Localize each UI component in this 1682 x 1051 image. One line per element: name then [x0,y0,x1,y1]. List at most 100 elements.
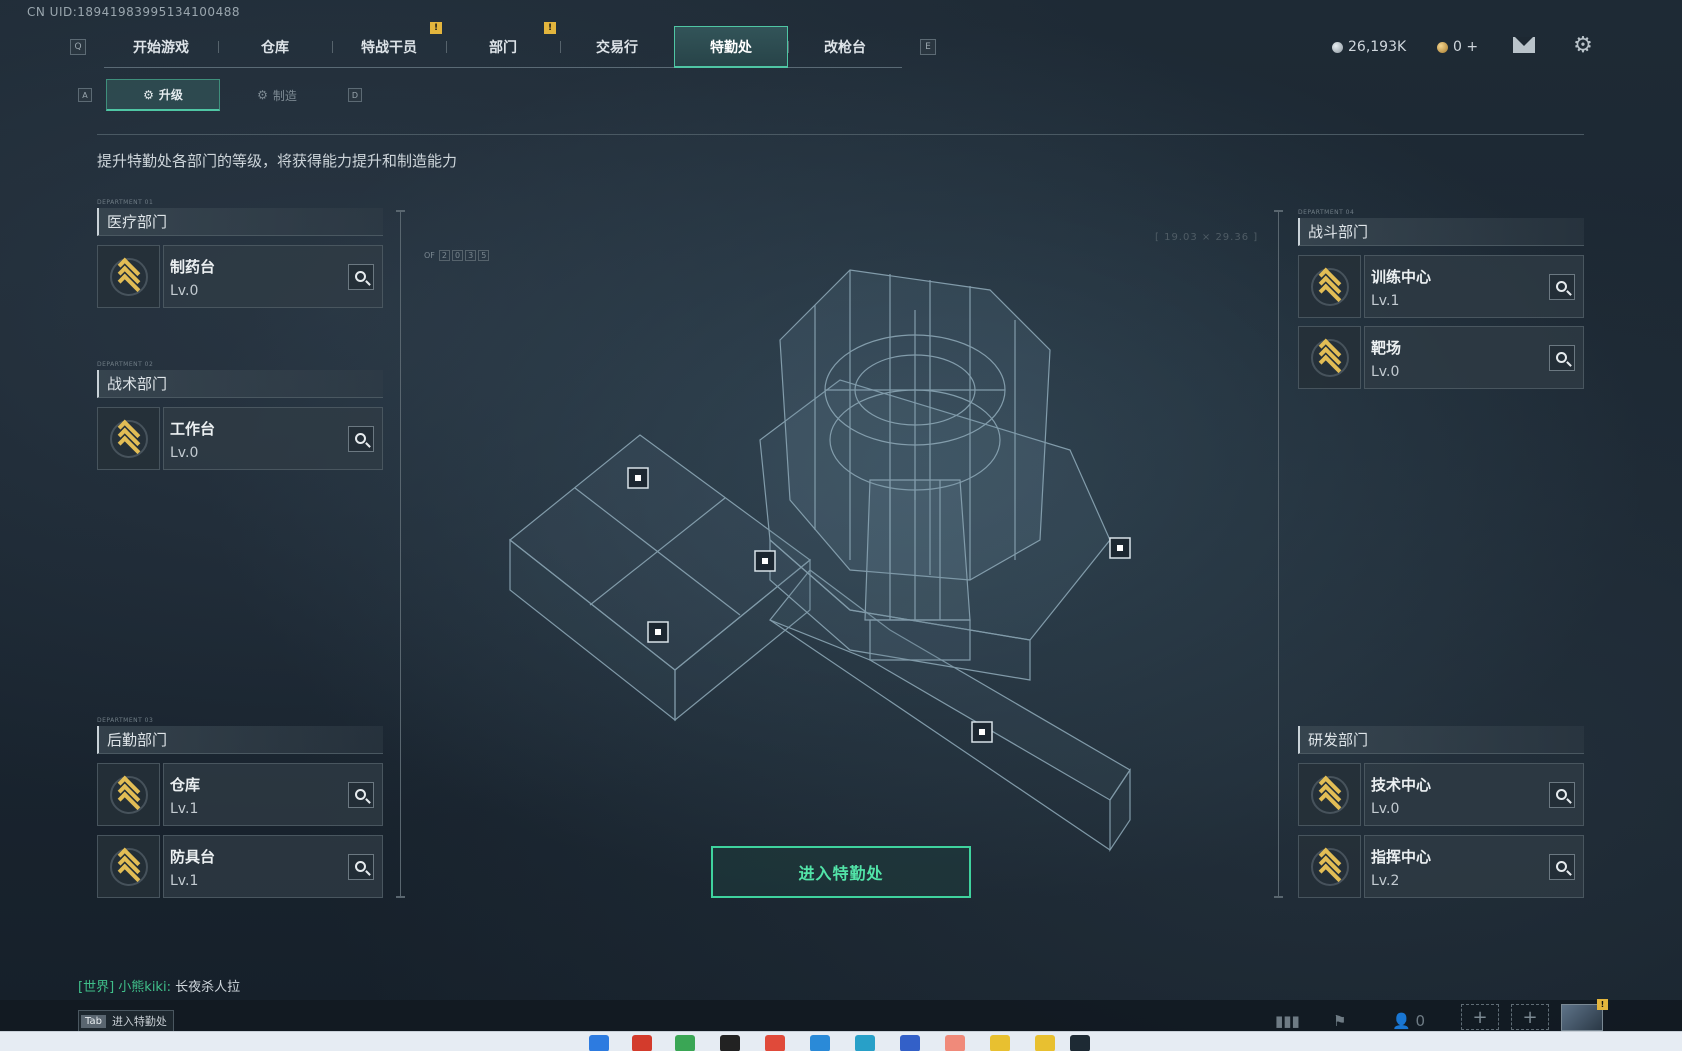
app-icon[interactable] [990,1035,1010,1051]
upgrade-chevron-icon [97,245,160,308]
frame-corner [396,210,405,212]
app-icon[interactable] [1035,1035,1055,1051]
dept-title: 研发部门 [1298,726,1584,754]
os-taskbar [0,1031,1682,1051]
alert-badge: ! [1597,999,1608,1010]
upgrade-chevron-icon [1298,835,1361,898]
facility-workbench[interactable]: 工作台 Lv.0 [97,407,383,470]
game-app-icon[interactable] [1070,1035,1090,1051]
tab-key: Tab [81,1014,106,1028]
chat-user: 小熊kiki: [118,980,171,995]
facility-tech-center[interactable]: 技术中心 Lv.0 [1298,763,1584,826]
search-icon[interactable] [1549,782,1575,808]
dept-research: 研发部门 技术中心 Lv.0 指挥中心 Lv.2 [1298,726,1584,898]
divider [97,134,1584,135]
tab-start-game[interactable]: 开始游戏 [104,26,218,68]
start-icon[interactable] [589,1035,609,1051]
chat-channel: [世界] [78,980,115,995]
tab-warehouse[interactable]: 仓库 [218,26,332,68]
facility-training-center[interactable]: 训练中心 Lv.1 [1298,255,1584,318]
gold-coin-icon [1437,41,1448,53]
app-icon[interactable] [720,1035,740,1051]
frame-corner [396,896,405,898]
subtab-upgrade[interactable]: ⚙ 升级 [106,79,220,111]
tab-operators[interactable]: 特战干员! [332,22,446,68]
dept-tag: DEPARTMENT 01 [97,199,154,206]
app-icon[interactable] [765,1035,785,1051]
flag-icon[interactable]: ⚑ [1333,1012,1346,1030]
search-icon[interactable] [1549,274,1575,300]
facility-warehouse[interactable]: 仓库 Lv.1 [97,763,383,826]
dept-tag: DEPARTMENT 04 [1298,209,1355,216]
app-icon[interactable] [675,1035,695,1051]
mail-icon[interactable] [1513,37,1535,53]
alert-badge: ! [544,22,556,34]
sub-nav: A ⚙ 升级 ⚙ 制造 D [78,79,376,111]
dept-tactical: DEPARTMENT 02 战术部门 工作台 Lv.0 [97,361,383,470]
dept-medical: DEPARTMENT 01 医疗部门 制药台 Lv.0 [97,199,383,308]
tab-special-ops[interactable]: 特勤处 [674,26,788,68]
craft-icon: ⚙ [257,88,268,102]
nav-tabs: 开始游戏 仓库 特战干员! 部门! 交易行 特勤处 改枪台 [104,22,902,68]
stats-icon[interactable]: ▮▮▮ [1275,1012,1300,1030]
chat-message: 长夜杀人拉 [175,980,241,995]
nav-left-key[interactable]: Q [70,39,86,55]
app-icon[interactable] [632,1035,652,1051]
upgrade-chevron-icon [1298,763,1361,826]
special-ops-hologram[interactable] [470,240,1190,860]
tab-department[interactable]: 部门! [446,22,560,68]
search-icon[interactable] [348,782,374,808]
subnav-left-key[interactable]: A [78,88,92,102]
facility-shooting-range[interactable]: 靶场 Lv.0 [1298,326,1584,389]
gear-icon[interactable]: ⚙ [1572,35,1594,57]
alert-badge: ! [430,22,442,34]
search-icon[interactable] [1549,854,1575,880]
silver-currency[interactable]: 26,193K [1332,37,1406,57]
app-icon[interactable] [855,1035,875,1051]
tab-shortcut[interactable]: Tab 进入特勤处 [78,1010,174,1032]
bottom-bar [0,1000,1682,1031]
app-icon[interactable] [810,1035,830,1051]
dept-logistics: DEPARTMENT 03 后勤部门 仓库 Lv.1 防具台 Lv.1 [97,717,383,898]
avatar[interactable]: ! [1561,999,1608,1031]
dept-title: 医疗部门 [97,208,383,236]
main-nav: Q 开始游戏 仓库 特战干员! 部门! 交易行 特勤处 改枪台 E [70,22,938,68]
page-description: 提升特勤处各部门的等级，将获得能力提升和制造能力 [97,152,458,170]
add-squad-slot-button[interactable]: + [1461,1004,1499,1030]
silver-coin-icon [1332,41,1343,53]
subtab-craft[interactable]: ⚙ 制造 [220,79,334,111]
facility-command-center[interactable]: 指挥中心 Lv.2 [1298,835,1584,898]
upgrade-chevron-icon [97,763,160,826]
dept-title: 战斗部门 [1298,218,1584,246]
upgrade-chevron-icon [97,407,160,470]
tab-gunsmith[interactable]: 改枪台 [788,26,902,68]
nav-right-key[interactable]: E [920,39,936,55]
dept-combat: DEPARTMENT 04 战斗部门 训练中心 Lv.1 靶场 Lv.0 [1298,209,1584,389]
frame-corner [1274,210,1283,212]
dept-tag: DEPARTMENT 02 [97,361,154,368]
gold-currency[interactable]: 0 + [1437,37,1478,57]
add-squad-slot-button[interactable]: + [1511,1004,1549,1030]
upgrade-chevron-icon [97,835,160,898]
facility-pharmacy[interactable]: 制药台 Lv.0 [97,245,383,308]
frame-corner [1274,896,1283,898]
upgrade-chevron-icon [1298,255,1361,318]
frame-right [1278,210,1279,898]
friends-icon[interactable]: 👤 0 [1392,1012,1425,1030]
subnav-right-key[interactable]: D [348,88,362,102]
user-id: CN UID:18941983995134100488 [27,5,240,19]
search-icon[interactable] [348,264,374,290]
search-icon[interactable] [348,854,374,880]
app-icon[interactable] [900,1035,920,1051]
dept-tag: DEPARTMENT 03 [97,717,154,724]
search-icon[interactable] [348,426,374,452]
app-icon[interactable] [945,1035,965,1051]
enter-special-ops-button[interactable]: 进入特勤处 [711,846,971,898]
search-icon[interactable] [1549,345,1575,371]
upgrade-icon: ⚙ [143,87,154,102]
tab-trading[interactable]: 交易行 [560,26,674,68]
dept-title: 战术部门 [97,370,383,398]
facility-armor-bench[interactable]: 防具台 Lv.1 [97,835,383,898]
chat-line[interactable]: [世界] 小熊kiki: 长夜杀人拉 [78,976,240,995]
upgrade-chevron-icon [1298,326,1361,389]
